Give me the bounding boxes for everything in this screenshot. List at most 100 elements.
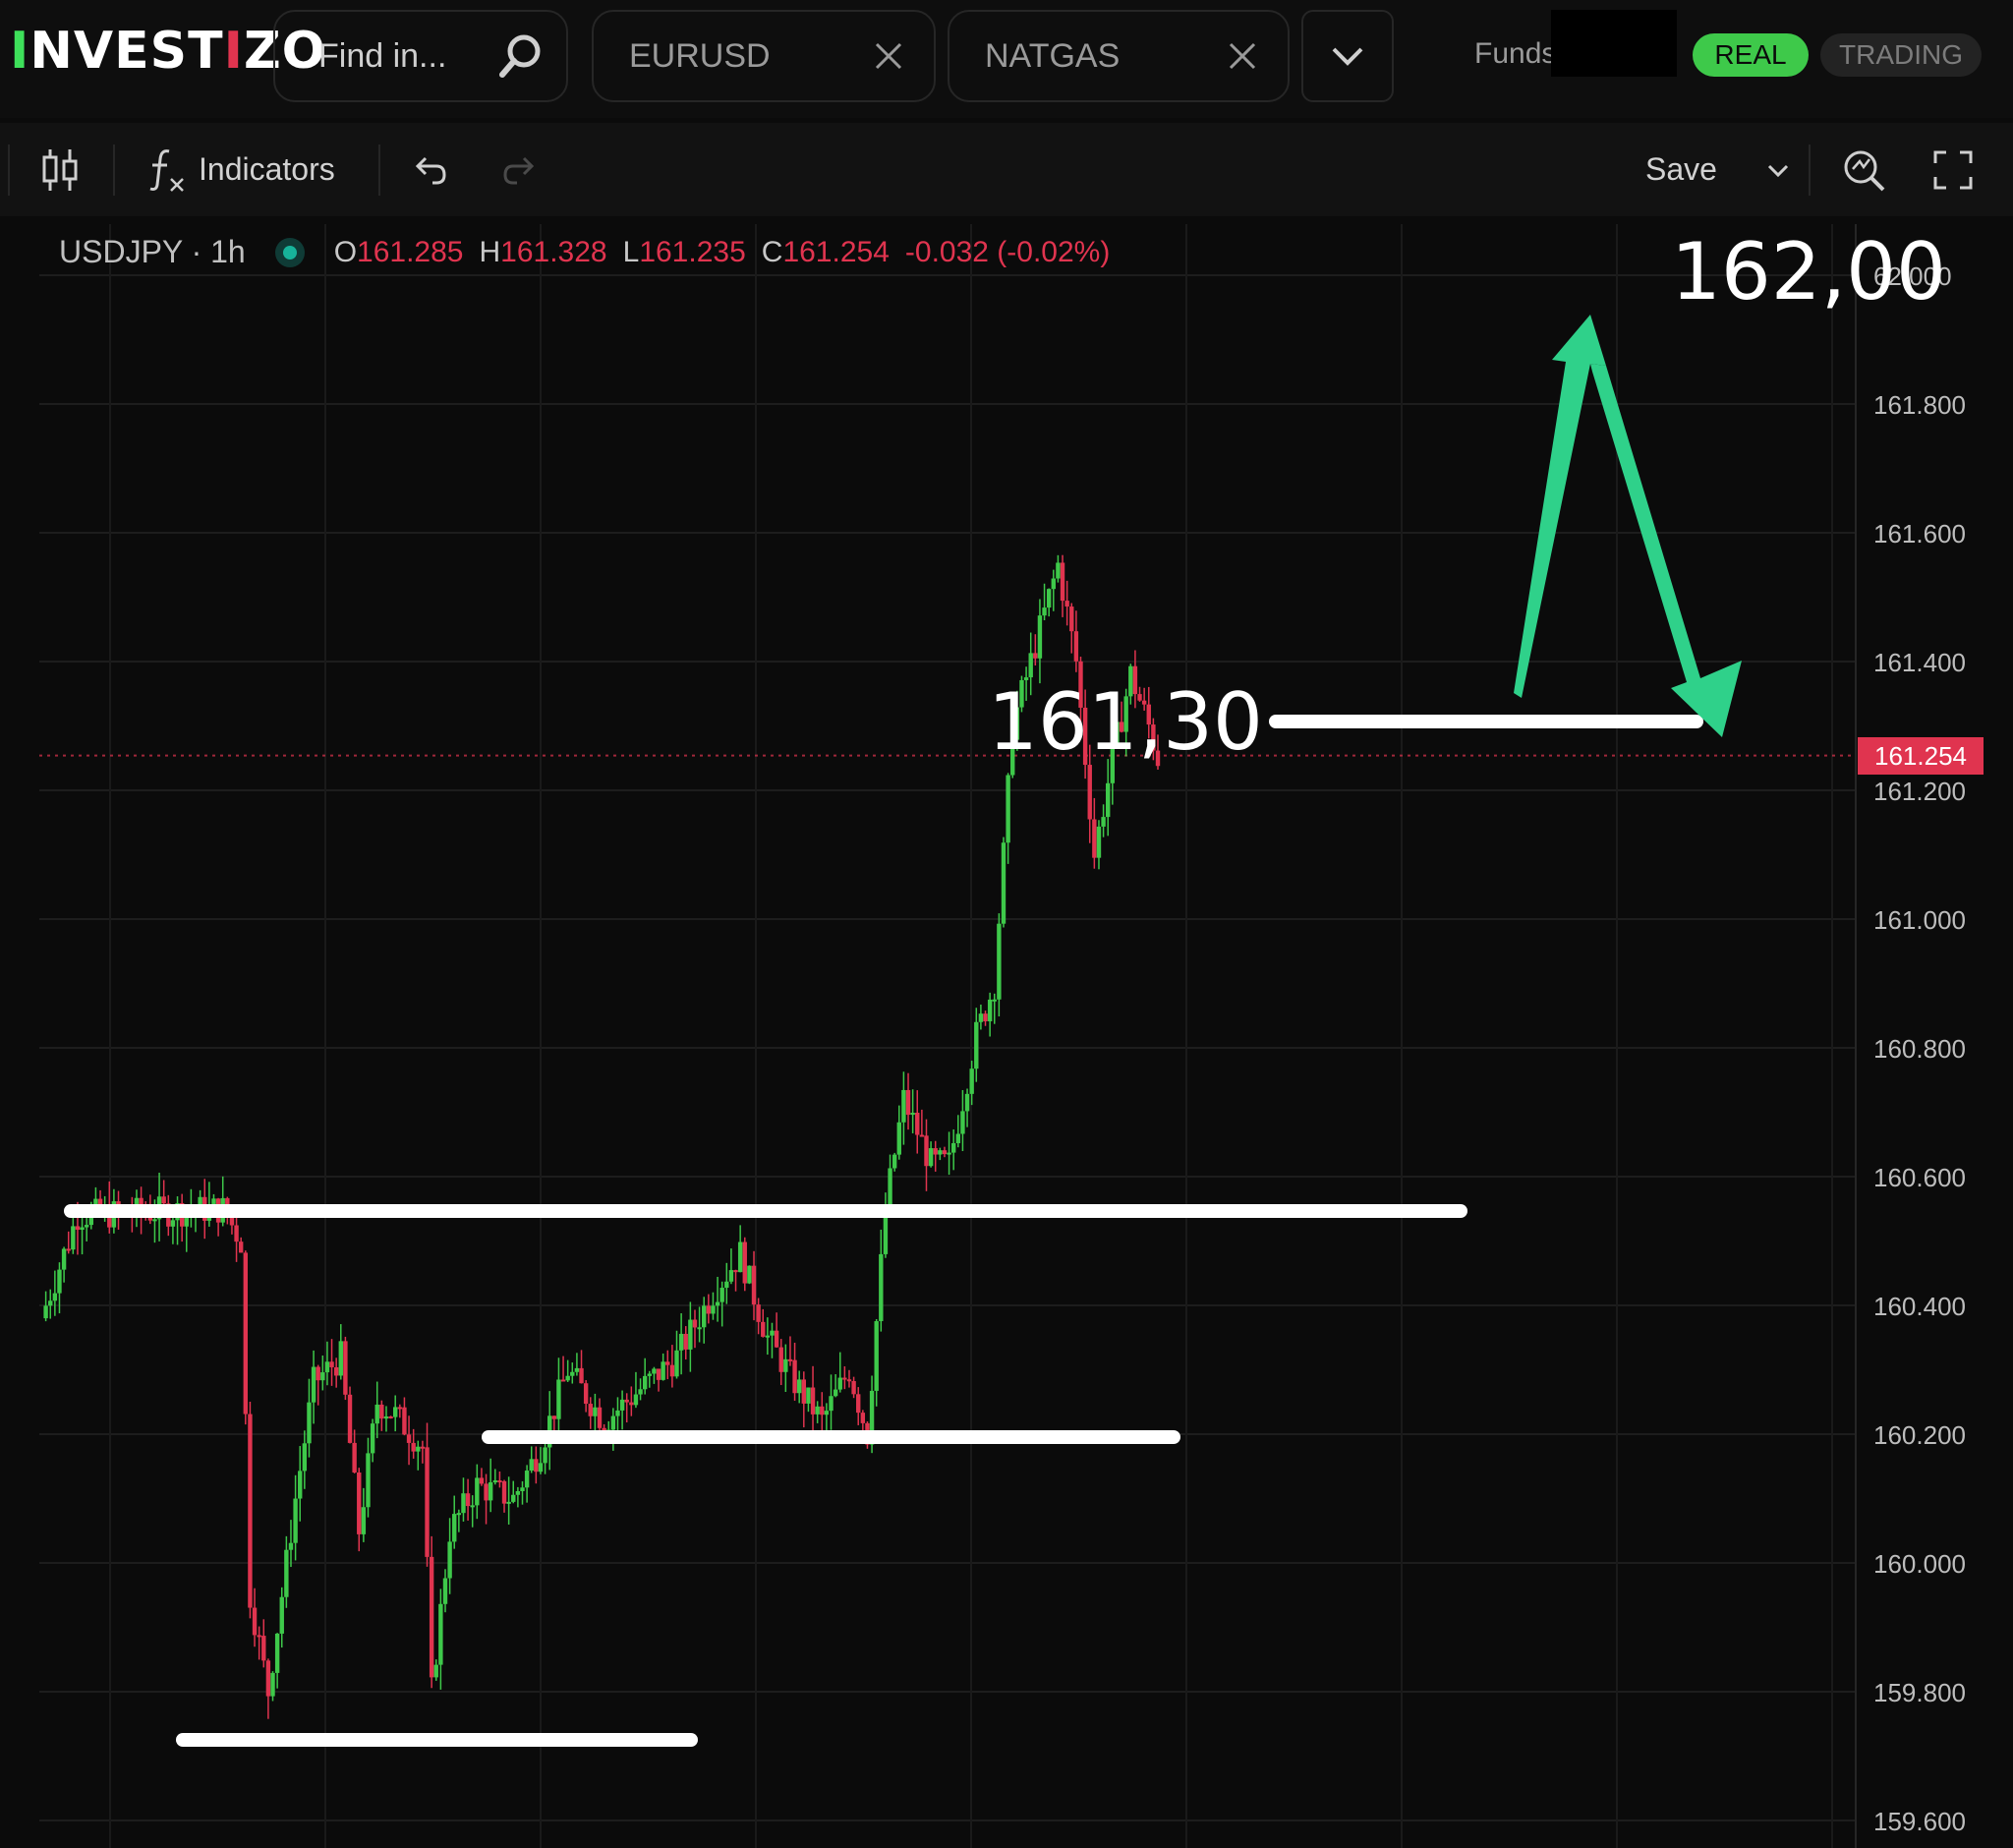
indicators-button[interactable]: Indicators — [147, 123, 335, 216]
candle-body — [374, 1404, 379, 1424]
annotation-level-top: 162,00 — [1671, 226, 1946, 318]
candle-body — [515, 1490, 521, 1495]
candle-body — [347, 1394, 353, 1443]
candle-body — [833, 1389, 838, 1397]
candle-body — [661, 1361, 665, 1380]
close-icon[interactable] — [873, 40, 904, 72]
candle-body — [479, 1477, 485, 1484]
candle-body — [248, 1414, 253, 1608]
candle-body — [896, 1122, 901, 1155]
candle-body — [928, 1148, 934, 1167]
symbol-interval[interactable]: USDJPY · 1h — [59, 234, 246, 270]
candle-body — [851, 1381, 856, 1395]
redo-button[interactable] — [499, 123, 539, 216]
candle-body — [80, 1227, 85, 1231]
candle-body — [619, 1399, 625, 1411]
candle-body — [61, 1248, 67, 1270]
candle-body — [492, 1480, 497, 1483]
candle-body — [656, 1368, 661, 1380]
search-box[interactable]: Find in... — [273, 10, 568, 102]
zoom-analysis-icon — [1844, 150, 1885, 191]
candle-body — [66, 1248, 71, 1251]
candle-body — [960, 1111, 965, 1134]
candle-body — [52, 1293, 58, 1301]
candle-body — [706, 1305, 712, 1314]
candle-body — [506, 1501, 511, 1504]
function-icon — [149, 148, 184, 192]
close-icon[interactable] — [1227, 40, 1258, 72]
trading-mode-toggle[interactable]: TRADING — [1820, 33, 1982, 77]
candle-body — [815, 1406, 820, 1415]
candle-body — [320, 1372, 325, 1381]
candle-body — [288, 1542, 294, 1550]
candle-body — [678, 1333, 684, 1351]
tab-label: NATGAS — [985, 36, 1121, 75]
candle-body — [1064, 601, 1069, 607]
candle-body — [969, 1068, 974, 1094]
candle-body — [551, 1415, 557, 1419]
save-options-button[interactable] — [1765, 123, 1791, 216]
undo-button[interactable] — [411, 123, 450, 216]
candle-body — [778, 1347, 783, 1372]
candle-body — [919, 1134, 925, 1137]
arrow-down-shape — [1590, 364, 1742, 737]
high-value: 161.328 — [500, 235, 607, 268]
candle-body — [728, 1270, 734, 1282]
tab-natgas[interactable]: NATGAS — [948, 10, 1290, 102]
candle-body — [324, 1361, 330, 1373]
market-open-indicator — [274, 237, 305, 267]
candle-body — [697, 1327, 702, 1330]
candle-body — [787, 1358, 793, 1361]
save-button[interactable]: Save — [1645, 123, 1717, 216]
candle-body — [1106, 782, 1111, 818]
tab-eurusd[interactable]: EURUSD — [592, 10, 936, 102]
candle-body — [910, 1112, 915, 1116]
candle-body — [170, 1220, 176, 1227]
candle-body — [901, 1089, 906, 1123]
chart-type-button[interactable] — [39, 123, 81, 216]
candle-body — [442, 1578, 448, 1604]
candle-body — [388, 1415, 393, 1418]
candle-body — [520, 1487, 525, 1491]
candle-body — [702, 1305, 707, 1328]
candle-body — [647, 1373, 652, 1376]
price-axis-label: 159.600 — [1873, 1807, 1966, 1836]
price-axis-label: 159.800 — [1873, 1678, 1966, 1707]
low-value: 161.235 — [639, 235, 746, 268]
candle-body — [511, 1494, 516, 1502]
candle-body — [265, 1660, 271, 1697]
ohlc-change: -0.032 (-0.02%) — [904, 235, 1111, 268]
price-chart[interactable]: 62.000161.800161.600161.400161.200161.00… — [0, 218, 2013, 1848]
candle-body — [560, 1379, 566, 1382]
candle-body — [211, 1198, 216, 1205]
fullscreen-button[interactable] — [1932, 123, 1974, 216]
candle-body — [761, 1321, 766, 1337]
toolbar-divider — [8, 144, 10, 196]
candle-body — [879, 1253, 884, 1322]
search-placeholder: Find in... — [318, 36, 447, 75]
candle-body — [529, 1459, 534, 1472]
quick-search-button[interactable] — [1840, 123, 1889, 216]
candle-body — [429, 1556, 434, 1678]
undo-icon — [415, 156, 446, 184]
candle-body — [475, 1477, 480, 1506]
candle-body — [820, 1406, 825, 1415]
candle-body — [801, 1379, 807, 1404]
candle-body — [1087, 765, 1092, 820]
search-icon — [499, 34, 541, 78]
candle-body — [692, 1319, 698, 1328]
candle-body — [406, 1434, 412, 1443]
candle-body — [343, 1341, 348, 1395]
candle-body — [715, 1301, 720, 1306]
candle-body — [470, 1505, 475, 1508]
more-tabs-button[interactable] — [1301, 10, 1394, 102]
candle-body — [234, 1225, 239, 1242]
candle-body — [75, 1226, 81, 1231]
candle-body — [938, 1150, 943, 1155]
candle-body — [456, 1513, 462, 1516]
real-mode-toggle[interactable]: REAL — [1693, 33, 1809, 77]
candle-body — [333, 1366, 339, 1376]
candle-body — [556, 1379, 561, 1419]
candle-body — [933, 1148, 938, 1155]
candle-body — [501, 1480, 507, 1504]
